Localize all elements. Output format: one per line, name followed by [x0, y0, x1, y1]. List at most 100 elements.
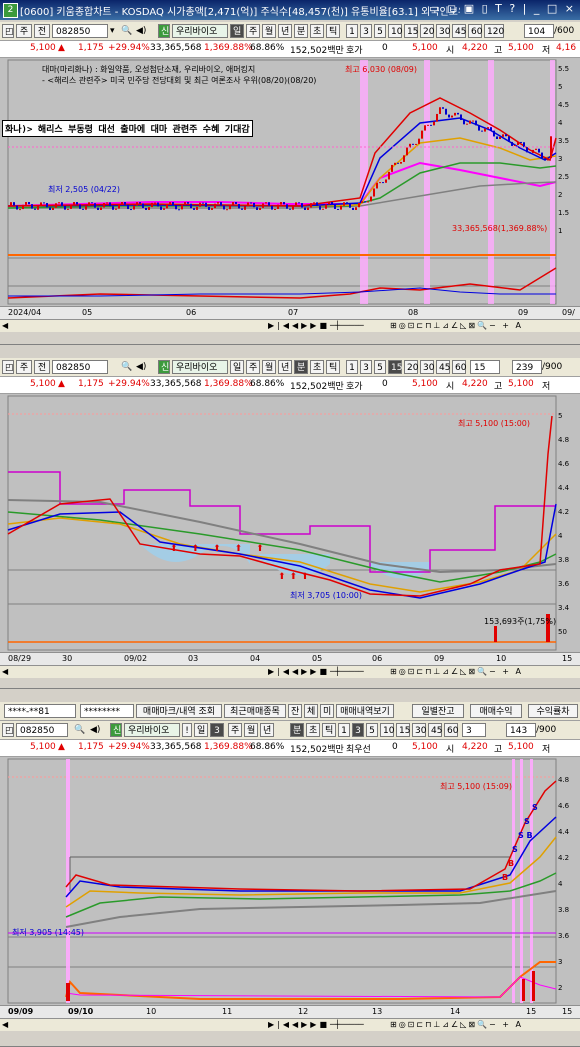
tab-week[interactable]: 주 — [228, 723, 242, 737]
interval-60[interactable]: 60 — [444, 723, 458, 737]
stock-code-input[interactable]: 082850 — [52, 360, 108, 374]
trade-history-button[interactable]: 매매내역보기 — [336, 704, 394, 718]
interval-select[interactable]: 3 — [462, 723, 486, 737]
day-select[interactable]: 주 — [16, 24, 32, 38]
stock-code-input[interactable]: 082850 — [16, 723, 68, 737]
search-icon[interactable]: 🔍 — [121, 24, 132, 38]
code-dropdown-icon[interactable]: ▾ — [110, 24, 120, 38]
interval-1[interactable]: 1 — [346, 24, 358, 38]
tool-icons[interactable]: ⊞◎⊡⊏⊓⊥⊿∠◺⊠🔍− + A — [390, 1019, 523, 1031]
tab-day[interactable]: 일 — [230, 360, 244, 374]
interval-20[interactable]: 20 — [420, 24, 434, 38]
window-controls[interactable]: ▭ ◻ ▣ ▯ T ? | _ □ × — [429, 2, 576, 15]
bar-count-input[interactable]: 143 — [506, 723, 536, 737]
tab-year[interactable]: 년 — [260, 723, 274, 737]
balance-button[interactable]: 잔 — [288, 704, 302, 718]
tab-month[interactable]: 월 — [262, 24, 276, 38]
recent-trades-button[interactable]: 최근매매종목 — [224, 704, 286, 718]
tab-day[interactable]: 일 — [194, 723, 208, 737]
scroll-left-icon[interactable]: ◀ — [2, 1019, 8, 1031]
stock-name[interactable]: 우리바이오 — [124, 723, 180, 737]
interval-15[interactable]: 15 — [404, 24, 418, 38]
tab-second[interactable]: 초 — [310, 24, 324, 38]
interval-select[interactable]: 15 — [470, 360, 500, 374]
tab-minute[interactable]: 분 — [294, 24, 308, 38]
speaker-icon[interactable]: ◀) — [136, 360, 146, 374]
interval-3[interactable]: 3 — [352, 723, 364, 737]
nav-buttons[interactable]: ▶|◀◀▶▶■ — [268, 320, 330, 332]
interval-20[interactable]: 20 — [404, 360, 418, 374]
tab-month[interactable]: 월 — [244, 723, 258, 737]
tab-year[interactable]: 년 — [278, 24, 292, 38]
scroll-left-icon[interactable]: ◀ — [2, 666, 8, 678]
tab-second[interactable]: 초 — [310, 360, 324, 374]
interval-10[interactable]: 10 — [380, 723, 394, 737]
tab-minute[interactable]: 분 — [294, 360, 308, 374]
trade-profit-button[interactable]: 매매수익 — [470, 704, 522, 718]
dropdown-icon[interactable]: ◰ — [2, 360, 14, 374]
bar-count-input[interactable]: 239 — [512, 360, 542, 374]
interval-60[interactable]: 60 — [452, 360, 466, 374]
interval-current[interactable]: 3 — [210, 723, 224, 737]
interval-30[interactable]: 30 — [420, 360, 434, 374]
tab-year[interactable]: 년 — [278, 360, 292, 374]
interval-5[interactable]: 5 — [366, 723, 378, 737]
stock-name[interactable]: 우리바이오 — [172, 24, 228, 38]
unfilled-button[interactable]: 미 — [320, 704, 334, 718]
period-select[interactable]: 전 — [34, 360, 50, 374]
nav-buttons[interactable]: ▶|◀◀▶▶■ — [268, 1019, 330, 1031]
panel2-chart-area[interactable]: 최고 5,100 (15:00) 최저 3,705 (10:00) 153,69… — [0, 394, 580, 652]
speaker-icon[interactable]: ◀) — [90, 723, 100, 737]
stock-name[interactable]: 우리바이오 — [172, 360, 228, 374]
dropdown-icon[interactable]: ◰ — [2, 24, 14, 38]
interval-1[interactable]: 1 — [346, 360, 358, 374]
tab-tick[interactable]: 틱 — [326, 360, 340, 374]
bar-count-input[interactable]: 104 — [524, 24, 554, 38]
interval-45[interactable]: 45 — [428, 723, 442, 737]
interval-45[interactable]: 45 — [436, 360, 450, 374]
nav-buttons[interactable]: ▶|◀◀▶▶■ — [268, 666, 330, 678]
tab-tick[interactable]: 틱 — [322, 723, 336, 737]
tab-day[interactable]: 일 — [230, 24, 244, 38]
tab-tick[interactable]: 틱 — [326, 24, 340, 38]
interval-10[interactable]: 10 — [388, 24, 402, 38]
interval-3[interactable]: 3 — [360, 360, 372, 374]
period-select[interactable]: 전 — [34, 24, 50, 38]
tab-week[interactable]: 주 — [246, 24, 260, 38]
interval-5[interactable]: 5 — [374, 24, 386, 38]
interval-15[interactable]: 15 — [388, 360, 402, 374]
interval-3[interactable]: 3 — [360, 24, 372, 38]
interval-5[interactable]: 5 — [374, 360, 386, 374]
zoom-slider[interactable]: ─┼───── — [330, 1019, 364, 1031]
interval-45[interactable]: 45 — [452, 24, 466, 38]
panel2-scrollbar[interactable]: ◀ ▶|◀◀▶▶■ ─┼───── ⊞◎⊡⊏⊓⊥⊿∠◺⊠🔍− + A — [0, 665, 580, 678]
tool-icons[interactable]: ⊞◎⊡⊏⊓⊥⊿∠◺⊠🔍− + A — [390, 320, 523, 332]
password-input[interactable]: ******** — [80, 704, 134, 718]
tab-minute[interactable]: 분 — [290, 723, 304, 737]
tab-second[interactable]: 초 — [306, 723, 320, 737]
interval-30[interactable]: 30 — [436, 24, 450, 38]
tab-week[interactable]: 주 — [246, 360, 260, 374]
dropdown-icon[interactable]: ◰ — [2, 723, 14, 737]
interval-60[interactable]: 60 — [468, 24, 482, 38]
return-rate-button[interactable]: 수익률차 — [528, 704, 578, 718]
zoom-slider[interactable]: ─┼───── — [330, 320, 364, 332]
interval-1[interactable]: 1 — [338, 723, 350, 737]
trade-mark-button[interactable]: 매매마크/내역 조회 — [136, 704, 222, 718]
panel1-chart-area[interactable]: 대마(마리화나) : 화일약품, 오성첨단소재, 우리바이오, 애머킹지 - <… — [0, 58, 580, 306]
panel1-scrollbar[interactable]: ◀ ▶|◀◀▶▶■ ─┼───── ⊞◎⊡⊏⊓⊥⊿∠◺⊠🔍− + A — [0, 319, 580, 332]
zoom-slider[interactable]: ─┼───── — [330, 666, 364, 678]
daily-balance-button[interactable]: 일별잔고 — [412, 704, 464, 718]
alert-button[interactable]: ! — [182, 723, 192, 737]
tool-icons[interactable]: ⊞◎⊡⊏⊓⊥⊿∠◺⊠🔍− + A — [390, 666, 523, 678]
scroll-left-icon[interactable]: ◀ — [2, 320, 8, 332]
interval-120[interactable]: 120 — [484, 24, 504, 38]
tab-month[interactable]: 월 — [262, 360, 276, 374]
search-icon[interactable]: 🔍 — [121, 360, 132, 374]
interval-30[interactable]: 30 — [412, 723, 426, 737]
filled-button[interactable]: 체 — [304, 704, 318, 718]
interval-15[interactable]: 15 — [396, 723, 410, 737]
speaker-icon[interactable]: ◀) — [136, 24, 146, 38]
account-input[interactable]: ****-**81 — [4, 704, 76, 718]
stock-code-input[interactable]: 082850 — [52, 24, 108, 38]
